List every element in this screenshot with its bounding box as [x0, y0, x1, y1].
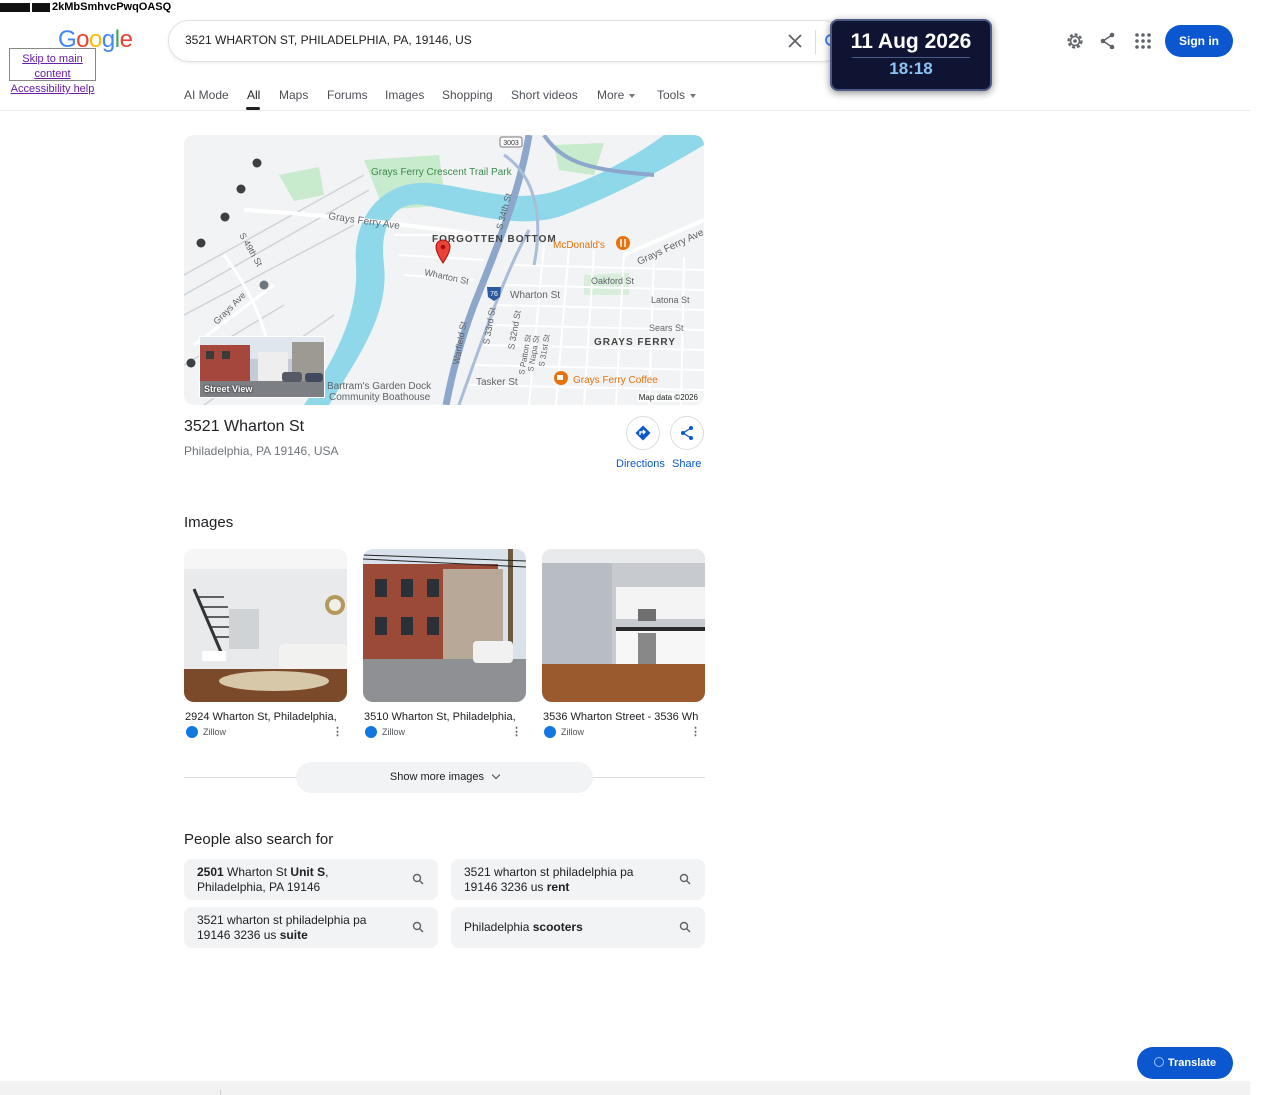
related-search-text: 3521 wharton st philadelphia pa 19146 32… [464, 865, 634, 894]
tab-maps[interactable]: Maps [279, 88, 308, 102]
overlay-date: 11 Aug 2026 [850, 30, 972, 53]
related-search-chip[interactable]: 3521 wharton st philadelphia pa 19146 32… [451, 859, 705, 900]
tab-shopping[interactable]: Shopping [442, 88, 493, 102]
tab-ai-mode[interactable]: AI Mode [184, 88, 229, 102]
map-label-boathouse: Community Boathouse [329, 392, 431, 403]
header-divider [0, 110, 1250, 111]
search-icon [679, 921, 691, 933]
image-thumbnail[interactable] [363, 549, 526, 702]
search-icon [679, 873, 691, 885]
brick-house-photo [363, 549, 526, 702]
kitchen-photo [542, 549, 705, 702]
translate-button[interactable]: Translate [1137, 1047, 1233, 1079]
tab-more[interactable]: More [597, 88, 636, 102]
interstate-shield: 76 [490, 291, 498, 298]
accessibility-help-link[interactable]: Accessibility help [10, 82, 95, 97]
zillow-logo-icon [544, 726, 556, 738]
map-label-coffee: Grays Ferry Coffee [573, 375, 658, 386]
image-caption[interactable]: 3510 Wharton St, Philadelphia, [363, 711, 526, 723]
image-result[interactable]: 2924 Wharton St, Philadelphia, Zillow ⋮ [184, 549, 347, 738]
image-result[interactable]: 3536 Wharton Street - 3536 Wh Zillow ⋮ [542, 549, 705, 738]
related-search-text: Philadelphia scooters [464, 920, 583, 934]
skip-to-main-link[interactable]: Skip to main content [10, 52, 95, 82]
tools-button[interactable]: Tools [657, 88, 697, 102]
image-source: Zillow ⋮ [184, 726, 347, 738]
globe-icon [1153, 1057, 1164, 1067]
search-divider [815, 30, 816, 54]
share-icon [681, 426, 693, 440]
zillow-logo-icon [186, 726, 198, 738]
share-link[interactable]: Share [672, 458, 701, 470]
search-icon [412, 921, 424, 933]
zillow-logo-icon [365, 726, 377, 738]
overlay-text: 2kMbSmhvcPwqOASQ [0, 1, 171, 13]
settings-gear-icon[interactable] [1065, 31, 1085, 51]
image-thumbnail[interactable] [184, 549, 347, 702]
clear-icon[interactable] [785, 31, 805, 51]
image-source: Zillow ⋮ [363, 726, 526, 738]
footer [0, 1081, 1250, 1095]
image-caption[interactable]: 3536 Wharton Street - 3536 Wh [542, 711, 705, 723]
chevron-down-icon [690, 93, 697, 98]
people-also-search-heading: People also search for [184, 831, 334, 848]
tab-short-videos[interactable]: Short videos [511, 88, 578, 102]
map-label-neighborhood: GRAYS FERRY [594, 337, 676, 348]
place-address: Philadelphia, PA 19146, USA [184, 444, 339, 458]
map-label-park: Grays Ferry Crescent Trail Park [371, 167, 513, 178]
sign-in-button[interactable]: Sign in [1165, 25, 1233, 57]
related-search-text: 2501 Wharton St Unit S, Philadelphia, PA … [197, 865, 329, 894]
map-label-street: Sears St [649, 323, 684, 333]
map-label-street: Latona St [651, 295, 690, 305]
directions-button[interactable] [626, 416, 660, 450]
directions-link[interactable]: Directions [616, 458, 665, 470]
image-source: Zillow ⋮ [542, 726, 705, 738]
image-caption[interactable]: 2924 Wharton St, Philadelphia, [184, 711, 347, 723]
chevron-down-icon [629, 93, 636, 98]
map-label-street: Wharton St [510, 290, 560, 301]
map-label-street: Oakford St [591, 276, 635, 286]
image-result[interactable]: 3510 Wharton St, Philadelphia, Zillow ⋮ [363, 549, 526, 738]
share-icon[interactable] [1098, 31, 1118, 51]
map-panel[interactable]: 3003 76 Grays Ferry Crescent Trail Park … [184, 135, 704, 405]
search-icon [412, 873, 424, 885]
tab-all[interactable]: All [247, 88, 260, 102]
street-view-thumbnail[interactable]: Street View [199, 336, 325, 398]
show-more-images-button[interactable]: Show more images [296, 762, 593, 793]
tab-images[interactable]: Images [385, 88, 424, 102]
map-label-street: Tasker St [476, 377, 518, 388]
map-label-mcdonalds: McDonald's [553, 240, 605, 251]
related-search-chip[interactable]: 3521 wharton st philadelphia pa 19146 32… [184, 907, 438, 948]
overlay-time: 18:18 [889, 59, 933, 78]
related-search-chip[interactable]: Philadelphia scooters [451, 907, 705, 948]
search-box[interactable]: 3521 WHARTON ST, PHILADELPHIA, PA, 19146… [168, 20, 844, 62]
date-time-overlay: 11 Aug 2026 18:18 [830, 19, 992, 91]
map-label-dock: Bartram's Garden Dock [327, 381, 432, 392]
map-attribution: Map data ©2026 [636, 393, 700, 402]
map-label-neighborhood: FORGOTTEN BOTTOM [432, 234, 557, 245]
more-options-icon[interactable]: ⋮ [511, 725, 522, 738]
search-input[interactable]: 3521 WHARTON ST, PHILADELPHIA, PA, 19146… [185, 33, 472, 47]
images-heading: Images [184, 514, 234, 531]
tab-forums[interactable]: Forums [327, 88, 368, 102]
more-options-icon[interactable]: ⋮ [332, 725, 343, 738]
search-results-page: 2kMbSmhvcPwqOASQ Skip to main content Ac… [0, 0, 1264, 1095]
related-search-text: 3521 wharton st philadelphia pa 19146 32… [197, 913, 367, 942]
apps-grid-icon[interactable] [1133, 31, 1153, 51]
chevron-down-icon [491, 770, 501, 780]
google-logo[interactable]: Google [58, 26, 133, 54]
image-thumbnail[interactable] [542, 549, 705, 702]
share-place-button[interactable] [670, 416, 704, 450]
more-options-icon[interactable]: ⋮ [690, 725, 701, 738]
restaurant-marker-icon[interactable] [616, 236, 630, 250]
route-shield: 3003 [503, 140, 519, 147]
place-title: 3521 Wharton St [184, 418, 305, 435]
directions-icon [635, 425, 651, 441]
street-view-label: Street View [204, 384, 253, 394]
related-search-chip[interactable]: 2501 Wharton St Unit S, Philadelphia, PA … [184, 859, 438, 900]
living-room-photo [184, 549, 347, 702]
